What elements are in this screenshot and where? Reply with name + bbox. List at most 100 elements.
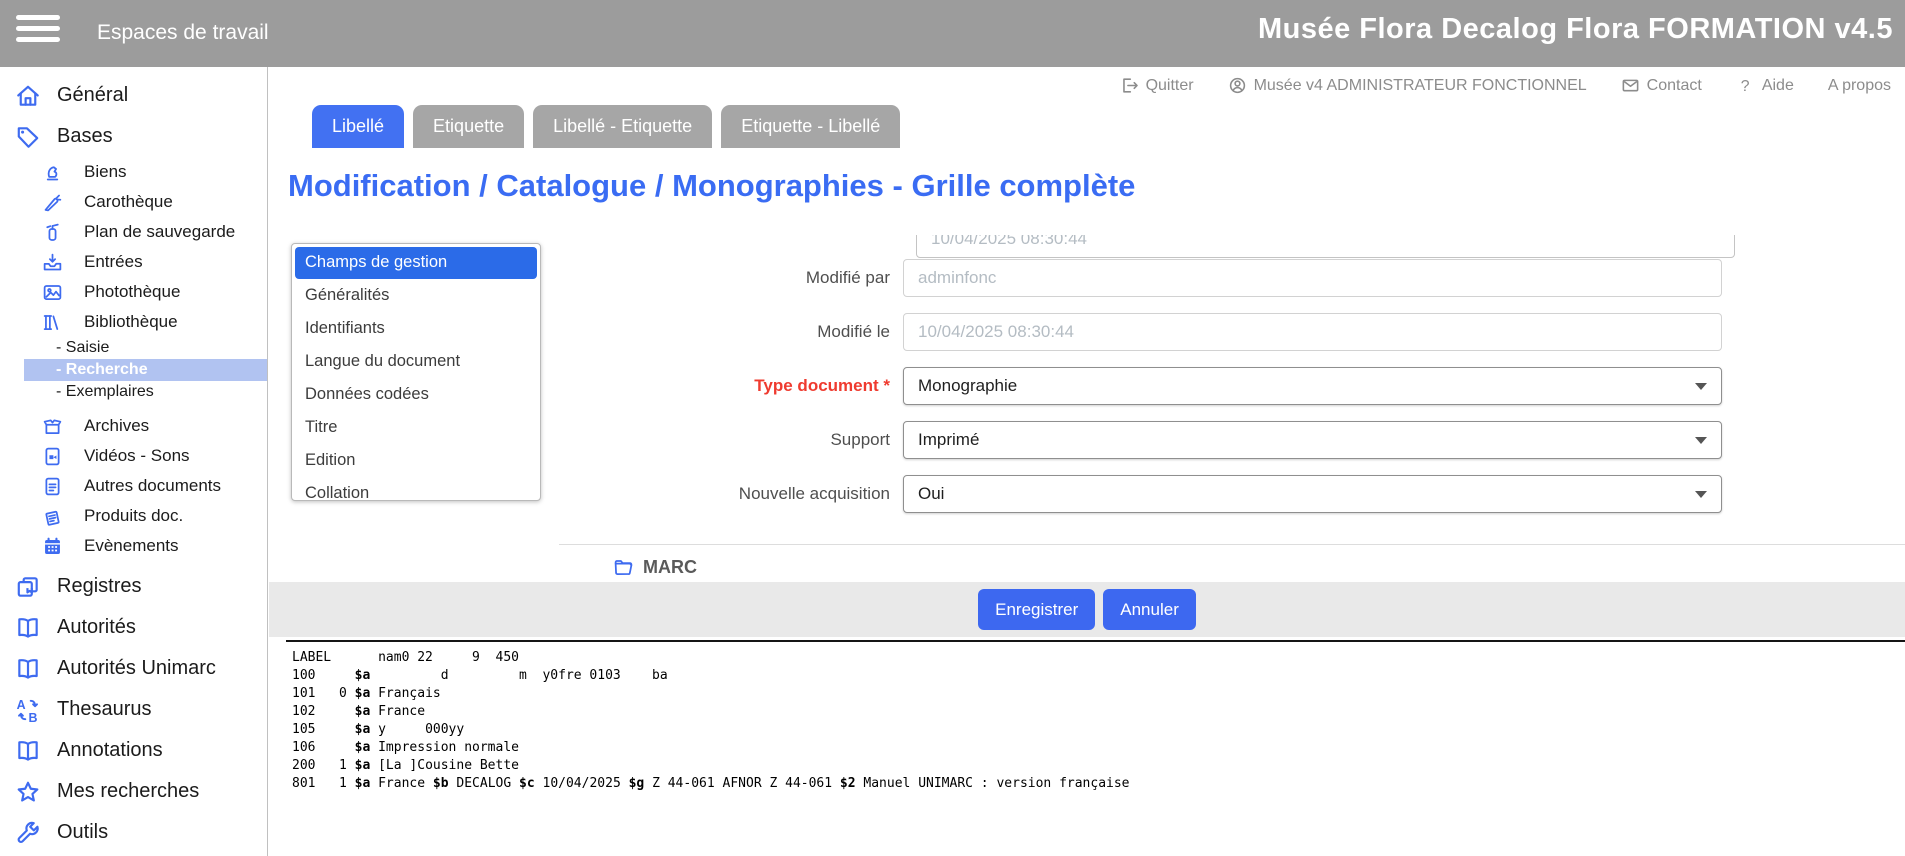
header-links: Quitter Musée v4 ADMINISTRATEUR FONCTION… xyxy=(1120,76,1891,95)
main-content: Quitter Musée v4 ADMINISTRATEUR FONCTION… xyxy=(269,67,1905,856)
sidebar-item-label: Bibliothèque xyxy=(84,312,178,332)
header-link[interactable]: A propos xyxy=(1828,77,1891,95)
sidebar-item[interactable]: Mes recherches xyxy=(0,771,267,812)
sidebar-item[interactable]: Carothèque xyxy=(0,187,267,217)
logout-icon xyxy=(1120,76,1139,95)
sidebar-item[interactable]: Outils xyxy=(0,812,267,853)
sidebar-item-label: Biens xyxy=(84,162,127,182)
sidebar-item[interactable]: Autorités xyxy=(0,607,267,648)
open-book-icon xyxy=(15,656,41,682)
field-label: Nouvelle acquisition xyxy=(269,484,903,504)
form-field-row: Support Imprimé xyxy=(269,421,1905,459)
field-value: Monographie xyxy=(918,376,1017,396)
field-input[interactable]: Imprimé xyxy=(903,421,1722,459)
header-link-label: A propos xyxy=(1828,77,1891,95)
sidebar-item[interactable]: Autorités Unimarc xyxy=(0,648,267,689)
artifact-icon xyxy=(42,162,63,183)
sidebar-item[interactable]: Entrées xyxy=(0,247,267,277)
marc-section-header[interactable]: MARC xyxy=(559,545,1905,578)
sidebar-item-label: Thesaurus xyxy=(57,698,152,721)
workspace-label: Espaces de travail xyxy=(97,21,269,45)
sidebar-item[interactable]: Biens xyxy=(0,157,267,187)
video-file-icon xyxy=(42,446,63,467)
sidebar-item[interactable]: Bibliothèque xyxy=(0,307,267,337)
tab[interactable]: Etiquette - Libellé xyxy=(721,105,900,148)
sidebar-item[interactable]: Vidéos - Sons xyxy=(0,441,267,471)
sidebar-item[interactable]: Thesaurus xyxy=(0,689,267,730)
field-label: Type document * xyxy=(269,376,903,396)
papers-icon xyxy=(42,506,63,527)
sidebar-item[interactable]: Archives xyxy=(0,411,267,441)
home-icon xyxy=(15,83,41,109)
calendar-icon xyxy=(42,536,63,557)
chevron-down-icon xyxy=(1695,383,1707,390)
user-icon xyxy=(1228,76,1247,95)
mail-icon xyxy=(1621,76,1640,95)
marc-panel: MARC xyxy=(559,544,1905,578)
sidebar-item[interactable]: - Recherche xyxy=(24,359,267,381)
sidebar-item-label: Vidéos - Sons xyxy=(84,446,190,466)
cancel-button[interactable]: Annuler xyxy=(1103,589,1196,630)
sidebar-item[interactable]: - Exemplaires xyxy=(24,381,267,403)
form-field-row: Nouvelle acquisition Oui xyxy=(269,475,1905,513)
page-title: Modification / Catalogue / Monographies … xyxy=(288,168,1135,204)
sidebar-item-label: Autorités xyxy=(57,616,136,639)
field-input[interactable]: Monographie xyxy=(903,367,1722,405)
tag-icon xyxy=(15,124,41,150)
application-window: Espaces de travail Musée Flora Decalog F… xyxy=(0,0,1905,856)
extinguisher-icon xyxy=(42,222,63,243)
field-input: 10/04/2025 08:30:44 xyxy=(903,313,1722,351)
question-icon xyxy=(1736,76,1755,95)
action-bar: Enregistrer Annuler xyxy=(269,582,1905,637)
form-field-row: Modifié le 10/04/2025 08:30:44 xyxy=(269,313,1905,351)
field-input[interactable]: Oui xyxy=(903,475,1722,513)
header-link-label: Aide xyxy=(1762,77,1794,95)
sidebar-item-label: Mes recherches xyxy=(57,780,199,803)
form-field-row: Type document * Monographie xyxy=(269,367,1905,405)
header-link-label: Musée v4 ADMINISTRATEUR FONCTIONNEL xyxy=(1254,77,1587,95)
sidebar-item-label: Plan de sauvegarde xyxy=(84,222,235,242)
tab[interactable]: Libellé - Etiquette xyxy=(533,105,712,148)
header-link[interactable]: Contact xyxy=(1621,76,1702,95)
sidebar-item-label: - Exemplaires xyxy=(56,383,154,401)
sidebar-item-label: Photothèque xyxy=(84,282,180,302)
header-link[interactable]: Aide xyxy=(1736,76,1794,95)
sidebar-item-label: Outils xyxy=(57,821,108,844)
sidebar-item-label: Bases xyxy=(57,125,113,148)
sidebar-item-label: - Saisie xyxy=(56,339,109,357)
sidebar-item[interactable]: Produits doc. xyxy=(0,501,267,531)
sidebar-item[interactable]: - Saisie xyxy=(24,337,267,359)
sidebar-item[interactable]: Plan de sauvegarde xyxy=(0,217,267,247)
tab[interactable]: Libellé xyxy=(312,105,404,148)
sidebar-item-label: Général xyxy=(57,84,128,107)
header-link[interactable]: Musée v4 ADMINISTRATEUR FONCTIONNEL xyxy=(1228,76,1587,95)
inbox-download-icon xyxy=(42,252,63,273)
clipped-field-input: 10/04/2025 08:30:44 xyxy=(916,235,1735,258)
field-value: adminfonc xyxy=(918,268,996,288)
save-button[interactable]: Enregistrer xyxy=(978,589,1095,630)
header-link-label: Contact xyxy=(1647,77,1702,95)
hamburger-menu-icon[interactable] xyxy=(16,15,60,52)
chevron-down-icon xyxy=(1695,491,1707,498)
sidebar-item-label: Autres documents xyxy=(84,476,221,496)
sidebar-item[interactable]: Registres xyxy=(0,566,267,607)
open-book-icon xyxy=(15,738,41,764)
field-label: Modifié le xyxy=(269,322,903,342)
sidebar-item-label: Archives xyxy=(84,416,149,436)
sidebar-item[interactable]: Autres documents xyxy=(0,471,267,501)
translate-icon xyxy=(15,697,41,723)
field-label: Support xyxy=(269,430,903,450)
sidebar-item[interactable]: Annotations xyxy=(0,730,267,771)
sidebar-item[interactable]: Bases xyxy=(0,116,267,157)
sidebar-item[interactable]: Photothèque xyxy=(0,277,267,307)
registers-icon xyxy=(15,574,41,600)
header-link[interactable]: Quitter xyxy=(1120,76,1194,95)
sidebar-item[interactable]: Evènements xyxy=(0,531,267,561)
topbar: Espaces de travail Musée Flora Decalog F… xyxy=(0,0,1905,67)
wrench-icon xyxy=(15,820,41,846)
sidebar-item[interactable]: Général xyxy=(0,75,267,116)
archive-box-icon xyxy=(42,416,63,437)
sidebar-item-label: Entrées xyxy=(84,252,143,272)
tab[interactable]: Etiquette xyxy=(413,105,524,148)
form-field-row: Modifié par adminfonc xyxy=(269,259,1905,297)
